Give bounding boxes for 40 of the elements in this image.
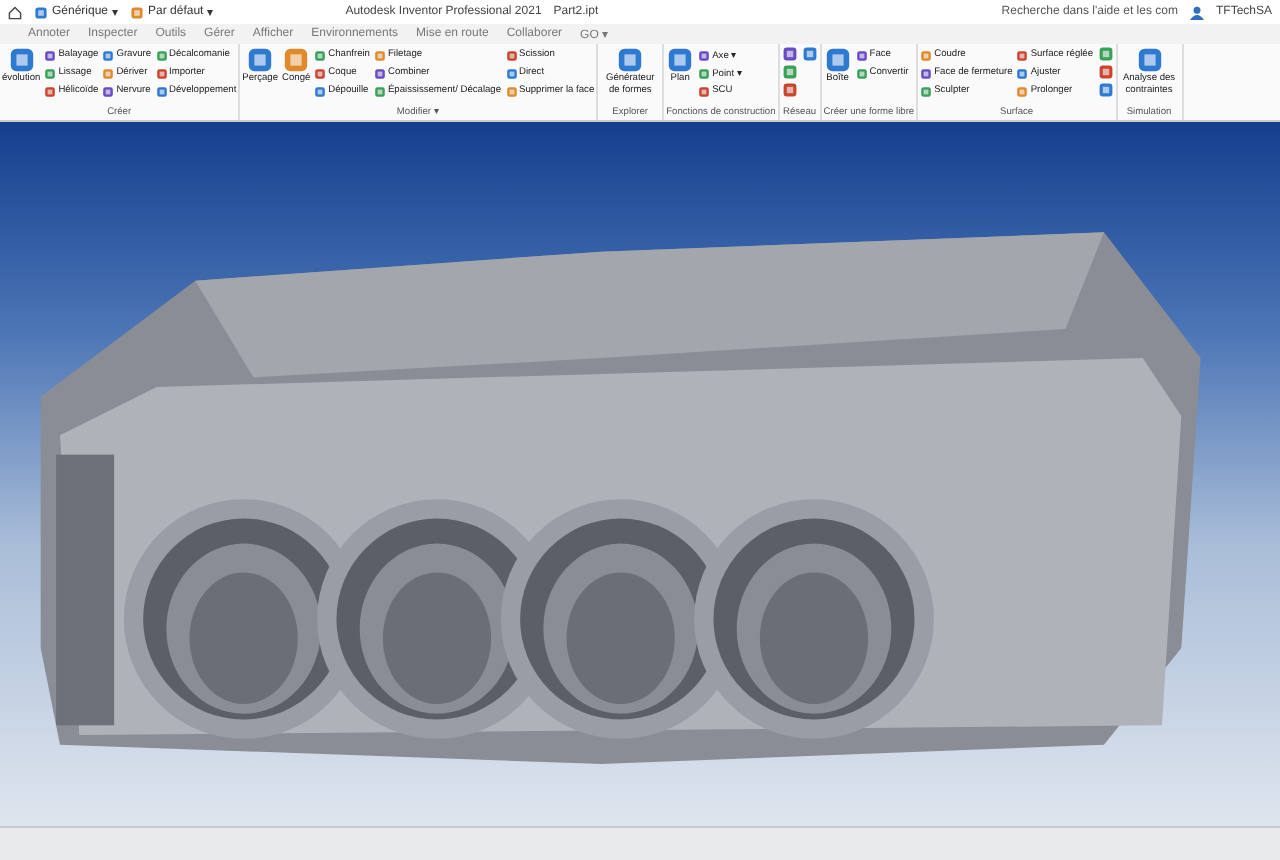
tool-icon — [155, 85, 168, 97]
tool-icon — [314, 85, 327, 97]
ribbon-tool-button[interactable] — [1097, 64, 1114, 80]
tool-icon — [698, 67, 711, 79]
tool-icon — [505, 85, 518, 97]
tool-icon — [373, 85, 386, 97]
tool-icon — [34, 5, 48, 19]
tool-icon — [1016, 67, 1029, 79]
tool-icon — [855, 49, 868, 61]
tool-icon — [130, 5, 145, 19]
tool-icon — [102, 49, 115, 61]
ribbon-tool-button[interactable] — [1097, 46, 1114, 62]
tool-icon — [373, 67, 386, 79]
home-icon — [8, 5, 22, 19]
tool-icon — [1016, 49, 1029, 61]
tool-icon — [920, 85, 933, 97]
tool-icon — [155, 67, 168, 79]
tool-icon — [920, 49, 933, 61]
tool-icon — [44, 85, 57, 97]
ribbon-tool-button[interactable] — [781, 82, 798, 98]
ribbon-tool-button[interactable] — [781, 46, 798, 62]
tool-icon — [505, 67, 518, 79]
tool-icon — [102, 67, 115, 79]
ribbon-tool-button[interactable] — [781, 64, 798, 80]
user-icon — [1189, 5, 1204, 19]
tool-icon — [698, 49, 711, 61]
tool-icon — [314, 49, 327, 61]
tool-icon — [102, 85, 115, 97]
tool-icon — [505, 49, 518, 61]
tool-icon — [44, 49, 57, 61]
tool-icon — [698, 85, 711, 97]
tool-icon — [314, 67, 327, 79]
tool-icon — [373, 49, 386, 61]
tool-icon — [155, 49, 168, 61]
ribbon-tool-button[interactable] — [1097, 82, 1114, 98]
ribbon-tool-button[interactable] — [801, 46, 818, 62]
tool-icon — [920, 67, 933, 79]
tool-icon — [855, 67, 868, 79]
tool-icon — [1016, 85, 1029, 97]
tool-icon — [44, 67, 57, 79]
